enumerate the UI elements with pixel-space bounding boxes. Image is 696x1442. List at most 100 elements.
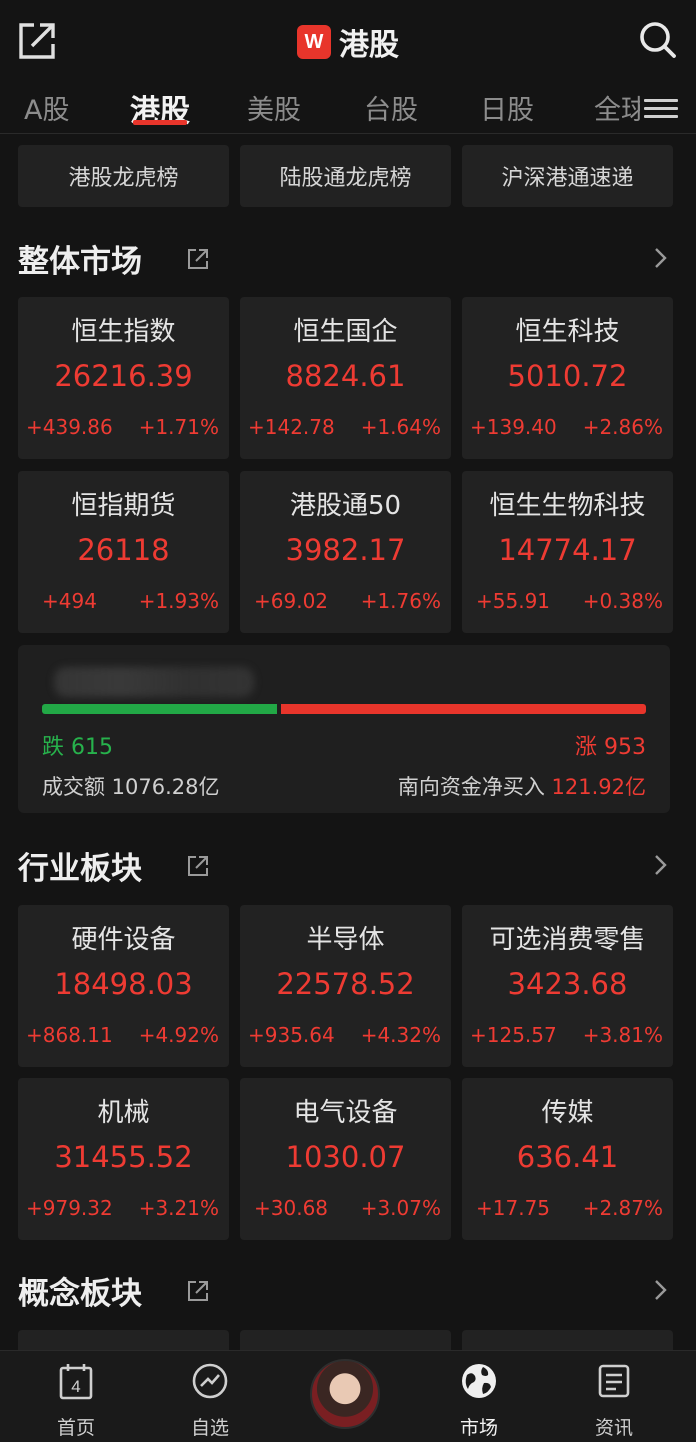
industry-name: 电气设备 (293, 1098, 398, 1128)
index-card-hs-biotech[interactable]: 恒生生物科技 14774.17 +55.91 +0.38% (462, 471, 673, 633)
industry-change-pct: +4.92% (138, 1023, 219, 1047)
nav-home[interactable]: 4 首页 (31, 1361, 121, 1440)
page-title-area: W 港股 (0, 20, 696, 63)
industry-card-electrical[interactable]: 电气设备 1030.07 +30.68 +3.07% (240, 1078, 451, 1240)
external-link-icon[interactable] (186, 854, 210, 878)
southbound-value: 121.92亿 (551, 775, 646, 799)
index-value: 8824.61 (285, 359, 406, 393)
nav-home-label: 首页 (56, 1417, 95, 1439)
index-name: 港股通50 (289, 491, 402, 521)
index-card-hstech[interactable]: 恒生科技 5010.72 +139.40 +2.86% (462, 297, 673, 459)
tab-us-shares[interactable]: 美股 (247, 88, 301, 127)
index-change: +55.91 (476, 589, 551, 613)
industry-value: 3423.68 (507, 967, 628, 1001)
index-change-pct: +1.76% (360, 589, 441, 613)
index-change-pct: +2.86% (582, 415, 663, 439)
market-tabs: A股 港股 美股 台股 日股 全球 (0, 82, 696, 134)
connect-express-button[interactable]: 沪深港通速递 (462, 145, 673, 207)
industry-change: +935.64 (248, 1023, 335, 1047)
index-change-pct: +0.38% (582, 589, 663, 613)
index-card-connect50[interactable]: 港股通50 3982.17 +69.02 +1.76% (240, 471, 451, 633)
search-icon[interactable] (638, 20, 678, 60)
nav-market-label: 市场 (459, 1417, 498, 1439)
blurred-text (54, 667, 254, 697)
advancers-bar (281, 704, 646, 714)
industry-value: 22578.52 (276, 967, 415, 1001)
external-link-icon[interactable] (186, 1279, 210, 1303)
industry-name: 传媒 (541, 1098, 594, 1128)
index-name: 恒生指数 (71, 317, 176, 347)
industry-card-consumer-retail[interactable]: 可选消费零售 3423.68 +125.57 +3.81% (462, 905, 673, 1067)
top-bar: W 港股 (0, 0, 696, 82)
nav-news-label: 资讯 (594, 1417, 633, 1439)
southbound-label: 南向资金净买入 (397, 775, 545, 799)
advancers-count: 涨 953 (575, 735, 646, 760)
tab-tw-shares[interactable]: 台股 (364, 88, 418, 127)
industry-change-pct: +2.87% (582, 1196, 663, 1220)
index-change-pct: +1.93% (138, 589, 219, 613)
industry-change: +125.57 (470, 1023, 557, 1047)
southbound-flow: 南向资金净买入 121.92亿 (398, 771, 646, 801)
index-card-hscei[interactable]: 恒生国企 8824.61 +142.78 +1.64% (240, 297, 451, 459)
industry-change: +979.32 (26, 1196, 113, 1220)
turnover-text: 成交额 1076.28亿 (42, 775, 220, 799)
news-icon (598, 1364, 630, 1398)
section-title-market: 整体市场 (18, 244, 142, 280)
index-name: 恒生科技 (515, 317, 620, 347)
chevron-right-icon[interactable] (650, 245, 670, 271)
industry-change: +868.11 (26, 1023, 113, 1047)
section-title-concept: 概念板块 (18, 1276, 142, 1312)
section-title-industry: 行业板块 (18, 851, 142, 887)
avatar[interactable] (310, 1359, 380, 1429)
index-value: 26216.39 (54, 359, 193, 393)
index-change: +69.02 (254, 589, 329, 613)
index-change: +142.78 (248, 415, 335, 439)
industry-change-pct: +3.07% (360, 1196, 441, 1220)
tab-jp-shares[interactable]: 日股 (480, 88, 534, 127)
industry-card-semiconductor[interactable]: 半导体 22578.52 +935.64 +4.32% (240, 905, 451, 1067)
index-value: 14774.17 (498, 533, 637, 567)
index-card-hsi[interactable]: 恒生指数 26216.39 +439.86 +1.71% (18, 297, 229, 459)
index-name: 恒指期货 (71, 491, 176, 521)
chevron-right-icon[interactable] (650, 852, 670, 878)
index-name: 恒生生物科技 (489, 491, 646, 521)
chevron-right-icon[interactable] (650, 1277, 670, 1303)
bottom-navigation: 4 首页 自选 市场 资讯 (0, 1350, 696, 1442)
industry-card-media[interactable]: 传媒 636.41 +17.75 +2.87% (462, 1078, 673, 1240)
active-tab-indicator (133, 120, 187, 125)
industry-change-pct: +3.81% (582, 1023, 663, 1047)
hk-dragon-tiger-button[interactable]: 港股龙虎榜 (18, 145, 229, 207)
index-card-hsi-futures[interactable]: 恒指期货 26118 +494 +1.93% (18, 471, 229, 633)
industry-value: 18498.03 (54, 967, 193, 1001)
menu-icon[interactable] (644, 94, 678, 122)
external-link-icon[interactable] (186, 247, 210, 271)
connect-dragon-tiger-button[interactable]: 陆股通龙虎榜 (240, 145, 451, 207)
industry-card-hardware[interactable]: 硬件设备 18498.03 +868.11 +4.92% (18, 905, 229, 1067)
index-change: +139.40 (470, 415, 557, 439)
app-logo: W (297, 25, 331, 59)
calendar-day: 4 (71, 1377, 80, 1396)
industry-change-pct: +3.21% (138, 1196, 219, 1220)
decliners-count: 跌 615 (42, 735, 113, 760)
index-name: 恒生国企 (293, 317, 398, 347)
index-change-pct: +1.71% (138, 415, 219, 439)
industry-value: 1030.07 (285, 1140, 406, 1174)
industry-name: 硬件设备 (71, 925, 176, 955)
index-value: 26118 (77, 533, 170, 567)
decliners-bar (42, 704, 277, 714)
industry-change: +30.68 (254, 1196, 329, 1220)
nav-news[interactable]: 资讯 (569, 1361, 659, 1440)
tab-a-shares[interactable]: A股 (24, 88, 69, 127)
index-value: 5010.72 (507, 359, 628, 393)
tab-global[interactable]: 全球 (594, 88, 640, 127)
industry-card-machinery[interactable]: 机械 31455.52 +979.32 +3.21% (18, 1078, 229, 1240)
industry-value: 31455.52 (54, 1140, 193, 1174)
index-value: 3982.17 (285, 533, 406, 567)
industry-name: 半导体 (306, 925, 385, 955)
nav-watchlist[interactable]: 自选 (165, 1361, 255, 1440)
index-change: +439.86 (26, 415, 113, 439)
industry-name: 机械 (97, 1098, 150, 1128)
nav-market[interactable]: 市场 (434, 1361, 524, 1440)
market-breadth-panel[interactable]: 跌 615 涨 953 成交额 1076.28亿 南向资金净买入 121.92亿 (18, 645, 670, 813)
industry-change-pct: +4.32% (360, 1023, 441, 1047)
